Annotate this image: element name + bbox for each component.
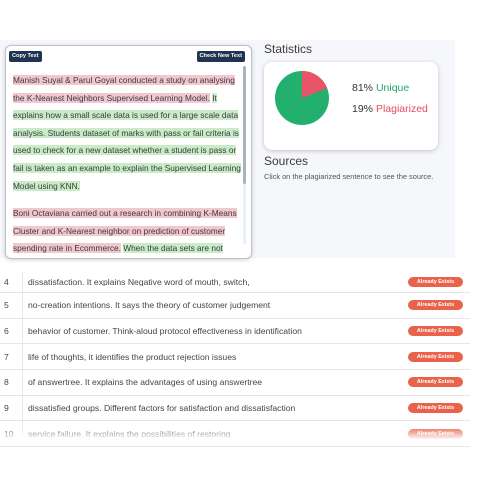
row-sentence: behavior of customer. Think-aloud protoc…	[28, 326, 302, 337]
table-row[interactable]: 6 behavior of customer. Think-aloud proto…	[0, 319, 470, 345]
row-number: 5	[4, 300, 9, 311]
statistics-heading: Statistics	[264, 42, 313, 56]
plagiarized-stat: 19% Plagiarized	[352, 103, 428, 115]
row-number: 6	[4, 326, 9, 337]
sources-heading: Sources	[264, 154, 309, 168]
already-exists-badge[interactable]: Already Exists	[408, 300, 463, 311]
already-exists-badge[interactable]: Already Exists	[408, 277, 463, 287]
already-exists-badge[interactable]: Already Exists	[408, 377, 463, 388]
check-new-text-button[interactable]: Check New Text	[196, 51, 245, 62]
table-row[interactable]: 8 of answertree. It explains the advantag…	[0, 370, 470, 396]
sources-description: Click on the plagiarized sentence to see…	[264, 172, 434, 181]
document-paragraph: Manish Suyal & Parul Goyal conducted a s…	[13, 72, 243, 195]
row-number: 4	[4, 277, 9, 287]
table-row[interactable]: 5 no-creation intentions. It says the the…	[0, 293, 470, 319]
unique-sentence: When the data sets are not	[123, 243, 223, 254]
plagiarized-percent: 19%	[352, 103, 374, 115]
row-sentence: no-creation intentions. It says the theo…	[28, 300, 271, 311]
plagiarism-pie-chart	[275, 71, 329, 125]
row-sentence: dissatisfied groups. Different factors f…	[28, 403, 296, 414]
already-exists-badge[interactable]: Already Exists	[408, 403, 463, 414]
table-bottom-fade	[0, 426, 470, 440]
table-row[interactable]: 4 dissatisfaction. It explains Negative w…	[0, 272, 470, 293]
row-number: 8	[4, 377, 9, 388]
unique-percent: 81%	[352, 82, 374, 94]
document-paragraph: Boni Octaviana carried out a research in…	[13, 205, 243, 258]
plagiarized-sentence[interactable]: Manish Suyal & Parul Goyal conducted a s…	[13, 75, 235, 103]
plagiarized-label: Plagiarized	[375, 103, 428, 115]
table-row[interactable]: 9 dissatisfied groups. Different factors …	[0, 396, 470, 422]
row-sentence: life of thoughts, it identifies the prod…	[28, 351, 237, 362]
row-sentence: dissatisfaction. It explains Negative wo…	[28, 277, 250, 287]
copy-text-button[interactable]: Copy Text	[9, 51, 42, 62]
table-row[interactable]: 7 life of thoughts, it identifies the pro…	[0, 344, 470, 371]
plagiarism-results-table: 4 dissatisfaction. It explains Negative w…	[0, 272, 470, 448]
unique-label: Unique	[375, 82, 410, 94]
unique-sentence: It explains how a small scale data is us…	[13, 92, 241, 191]
already-exists-badge[interactable]: Already Exists	[408, 351, 463, 362]
row-number: 9	[4, 403, 9, 414]
row-sentence: of answertree. It explains the advantage…	[28, 377, 263, 388]
already-exists-badge[interactable]: Already Exists	[408, 326, 463, 337]
unique-stat: 81% Unique	[352, 82, 409, 94]
row-number: 7	[4, 351, 9, 362]
editor-scrollbar-thumb[interactable]	[243, 66, 246, 184]
editor-scrollbar[interactable]	[243, 66, 246, 244]
text-editor-panel[interactable]: Copy Text Check New Text Manish Suyal & …	[5, 45, 252, 259]
checked-document-text[interactable]: Manish Suyal & Parul Goyal conducted a s…	[13, 72, 243, 258]
statistics-card: 81% Unique 19% Plagiarized	[264, 62, 438, 150]
